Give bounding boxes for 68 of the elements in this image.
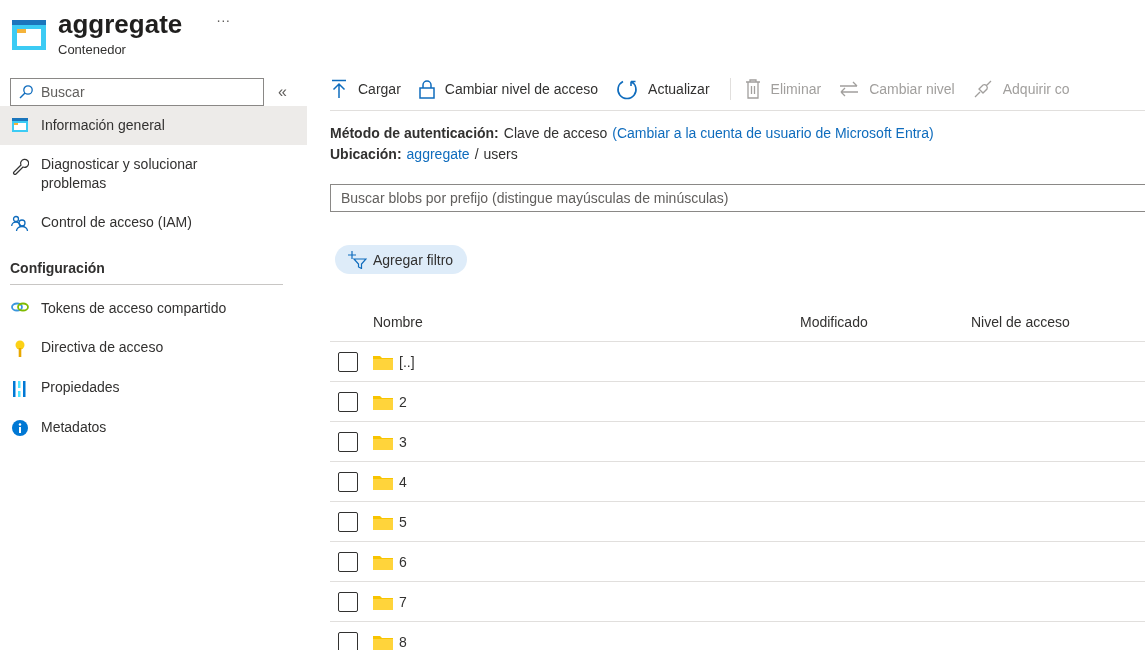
breadcrumb-separator: / [474, 145, 479, 164]
folder-name[interactable]: 6 [399, 553, 407, 570]
checkbox[interactable] [338, 391, 358, 412]
nav-item[interactable]: Directiva de acceso [0, 328, 307, 368]
nav-item[interactable]: Control de acceso (IAM) [0, 203, 307, 242]
container-icon [12, 118, 28, 132]
nav-item[interactable]: Diagnosticar y solucionar problemas [0, 145, 307, 203]
breadcrumb-item: users [483, 145, 518, 164]
container-icon [12, 20, 46, 50]
info-icon [12, 420, 28, 436]
info-value: Clave de acceso [503, 124, 608, 143]
folder-name[interactable]: 5 [399, 513, 407, 530]
nav-item[interactable]: Información general [0, 106, 307, 145]
trash-icon [744, 79, 761, 99]
upload-icon [330, 79, 348, 99]
checkbox[interactable] [338, 431, 358, 452]
checkbox[interactable] [338, 511, 358, 532]
checkbox[interactable] [338, 591, 358, 612]
properties-icon [12, 380, 28, 398]
collapse-button[interactable]: « [278, 83, 287, 101]
folder-name[interactable]: [..] [399, 353, 415, 370]
breadcrumb-link[interactable]: aggregate [406, 144, 470, 165]
folder-icon [373, 433, 393, 450]
folder-icon [373, 553, 393, 570]
nav-item[interactable]: Tokens de acceso compartido [0, 289, 307, 328]
info-link[interactable]: (Cambiar a la cuenta de usuario de Microsoft Entra) [612, 123, 934, 144]
column-header[interactable]: Modificado [800, 313, 971, 330]
section-heading: Configuración [9, 259, 106, 278]
folder-name[interactable]: 4 [399, 473, 407, 490]
folder-icon [373, 593, 393, 610]
swap-icon [839, 81, 860, 97]
nav-item[interactable]: Propiedades [0, 368, 307, 408]
column-header[interactable]: Nivel de acceso [971, 313, 1070, 330]
link-icon [11, 301, 29, 313]
wrench-icon [11, 157, 29, 175]
people-icon [11, 215, 29, 231]
folder-icon [373, 633, 393, 650]
search-field[interactable]: Buscar [10, 78, 264, 106]
toolbar-button[interactable]: Cargar [330, 79, 411, 99]
add-filter-button[interactable]: Agregar filtro [335, 245, 468, 274]
checkbox[interactable] [338, 631, 358, 650]
folder-name[interactable]: 8 [399, 633, 407, 650]
checkbox[interactable] [338, 551, 358, 572]
refresh-icon [616, 78, 639, 100]
folder-name[interactable]: 3 [399, 433, 407, 450]
checkbox[interactable] [338, 351, 358, 372]
folder-name[interactable]: 7 [399, 593, 407, 610]
folder-icon [373, 513, 393, 530]
lock-icon [418, 79, 435, 99]
folder-icon [373, 393, 393, 410]
filter-add-icon [347, 250, 367, 269]
folder-name[interactable]: 2 [399, 393, 407, 410]
folder-icon [373, 353, 393, 370]
toolbar-button[interactable]: Actualizar [616, 78, 720, 100]
folder-icon [373, 473, 393, 490]
nav-item[interactable]: Metadatos [0, 408, 307, 447]
search-icon [19, 85, 33, 99]
toolbar-button[interactable]: Cambiar nivel de acceso [418, 79, 609, 99]
info-label: Método de autenticación: [330, 124, 499, 143]
more-button[interactable]: ··· [216, 12, 231, 28]
page-title: aggregate [58, 10, 183, 38]
key-icon [14, 340, 26, 358]
column-header[interactable]: Nombre [373, 313, 800, 330]
plug-icon [972, 79, 993, 99]
checkbox[interactable] [338, 471, 358, 492]
page-subtitle: Contenedor [58, 42, 127, 57]
info-label: Ubicación: [330, 145, 402, 164]
search-field[interactable]: Buscar blobs por prefijo (distingue mayúsculas de minúsculas) [330, 184, 1145, 212]
